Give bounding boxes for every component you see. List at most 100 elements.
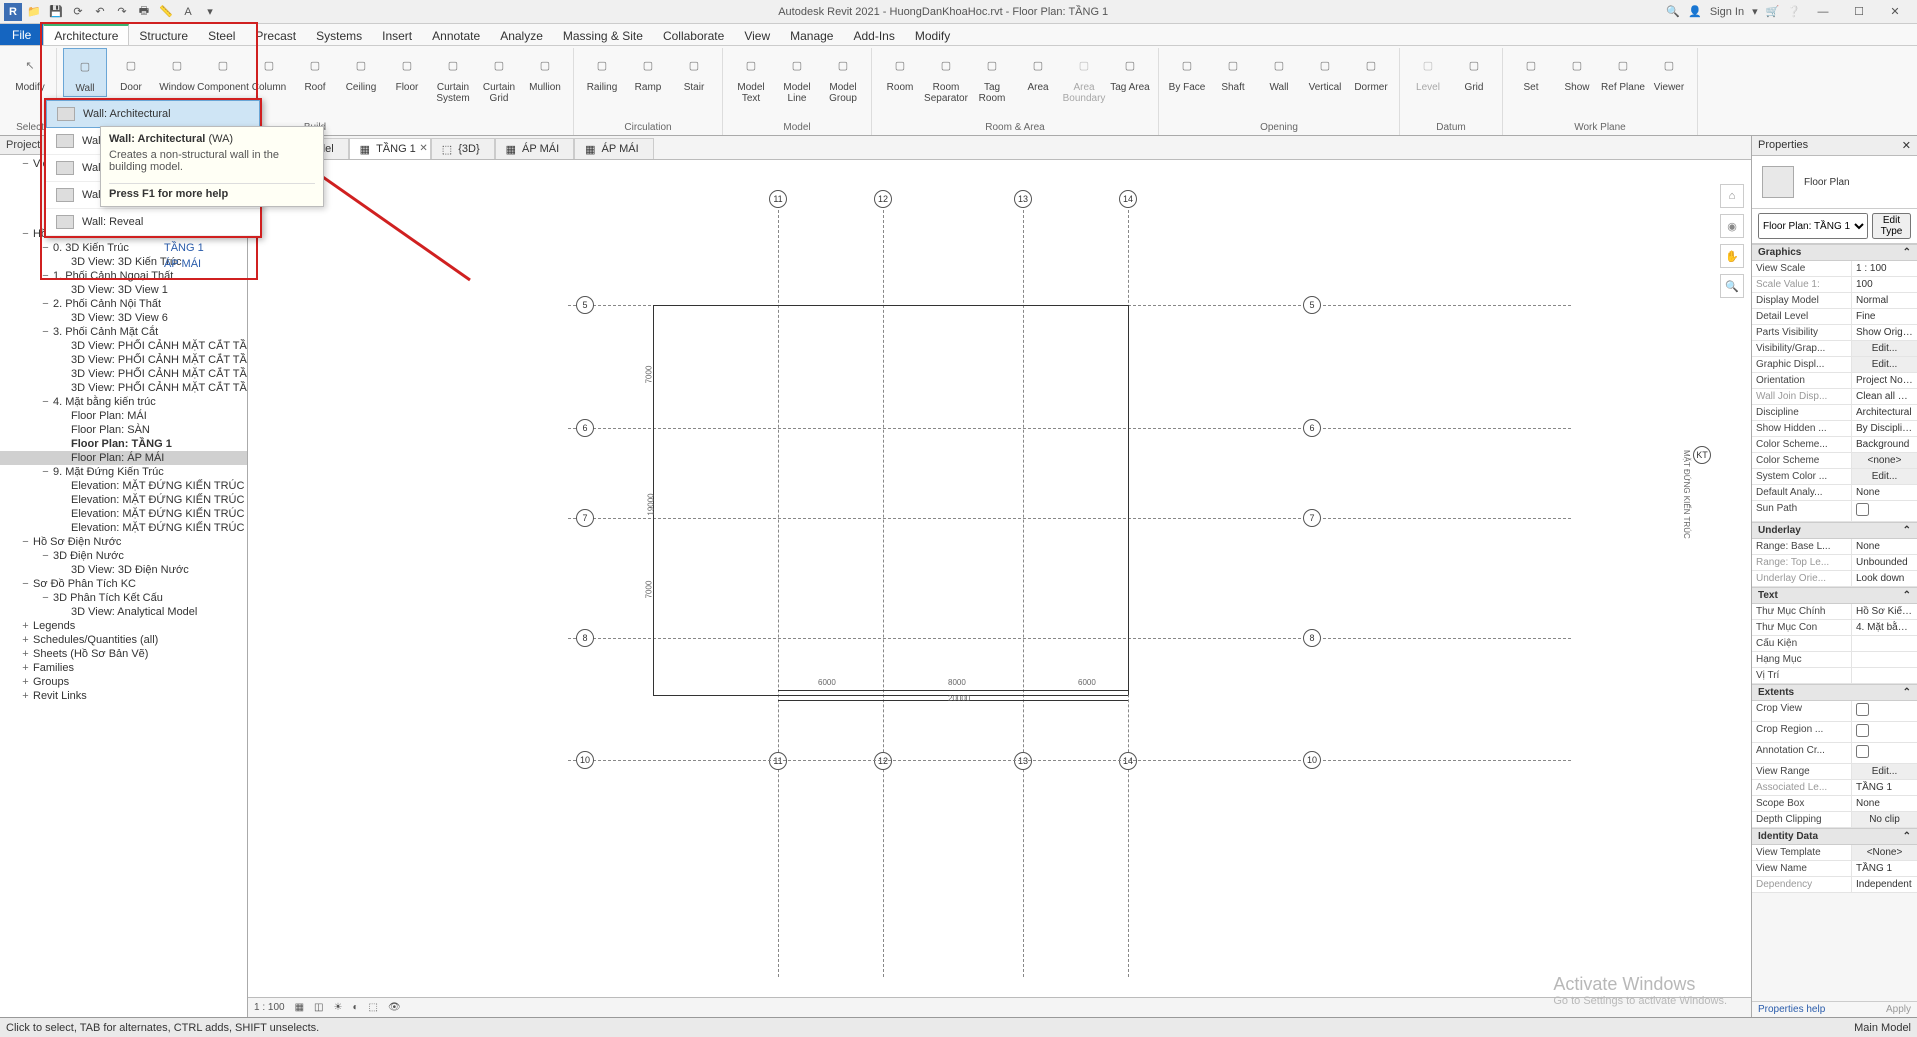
tree-node[interactable]: −3. Phối Cảnh Mặt Cắt [0, 325, 247, 339]
sun-path-icon[interactable]: ☀ [334, 1002, 343, 1013]
apps-icon[interactable]: ▾ [1752, 5, 1758, 18]
tree-node[interactable]: +Groups [0, 675, 247, 689]
prop-row[interactable]: Thư Mục Con4. Mặt bằng ki [1752, 620, 1917, 636]
qat-text-icon[interactable]: A [178, 2, 198, 22]
prop-row[interactable]: Cấu Kiện [1752, 636, 1917, 652]
section-marker[interactable]: MẶT ĐỨNG KIẾN TRÚC [1682, 450, 1691, 539]
tag-room-tool[interactable]: ▢Tag Room [970, 48, 1014, 106]
status-workset[interactable]: Main Model [1854, 1022, 1911, 1034]
grid-bubble[interactable]: 14 [1119, 752, 1137, 770]
prop-row[interactable]: OrientationProject North [1752, 373, 1917, 389]
prop-checkbox[interactable] [1856, 724, 1869, 737]
grid-bubble[interactable]: 7 [576, 509, 594, 527]
prop-row[interactable]: Range: Top Le...Unbounded [1752, 555, 1917, 571]
prop-row[interactable]: View Scale1 : 100 [1752, 261, 1917, 277]
maximize-button[interactable]: ☐ [1845, 2, 1873, 22]
room-separator-tool[interactable]: ▢Room Separator [924, 48, 968, 106]
view-tab[interactable]: ⬚{3D} [431, 138, 495, 159]
qat-more-icon[interactable]: ▾ [200, 2, 220, 22]
tree-node[interactable]: 3D View: PHỐI CẢNH MẶT CẮT TẦNG 2 [0, 353, 247, 367]
tab-add-ins[interactable]: Add-Ins [843, 24, 904, 45]
prop-row[interactable]: Default Analy...None [1752, 485, 1917, 501]
prop-row[interactable]: Scale Value 1:100 [1752, 277, 1917, 293]
tree-node[interactable]: −9. Mặt Đứng Kiến Trúc [0, 465, 247, 479]
roof-tool[interactable]: ▢Roof [293, 48, 337, 95]
grid-bubble[interactable]: 12 [874, 752, 892, 770]
nav-wheel-icon[interactable]: ◉ [1720, 214, 1744, 238]
wall-tool[interactable]: ▢Wall [1257, 48, 1301, 95]
viewer-tool[interactable]: ▢Viewer [1647, 48, 1691, 95]
qat-undo-icon[interactable]: ↶ [90, 2, 110, 22]
grid-bubble[interactable]: 7 [1303, 509, 1321, 527]
wall-line[interactable] [653, 695, 1128, 696]
grid-bubble[interactable]: 6 [1303, 419, 1321, 437]
prop-row[interactable]: Crop Region ... [1752, 722, 1917, 743]
curtain-grid-tool[interactable]: ▢Curtain Grid [477, 48, 521, 106]
ceiling-tool[interactable]: ▢Ceiling [339, 48, 383, 95]
prop-row[interactable]: View RangeEdit... [1752, 764, 1917, 780]
section-head[interactable]: KT [1693, 446, 1711, 464]
qat-save-icon[interactable]: 💾 [46, 2, 66, 22]
instance-selector[interactable]: Floor Plan: TẦNG 1 [1758, 213, 1868, 239]
prop-row[interactable]: DependencyIndependent [1752, 877, 1917, 893]
grid-bubble[interactable]: 6 [576, 419, 594, 437]
tree-node[interactable]: 3D View: 3D Kiến Trúc [0, 255, 247, 269]
tree-node[interactable]: −2. Phối Cảnh Nội Thất [0, 297, 247, 311]
tab-collaborate[interactable]: Collaborate [653, 24, 734, 45]
wall-line[interactable] [778, 690, 1128, 691]
set-tool[interactable]: ▢Set [1509, 48, 1553, 95]
tree-node[interactable]: Elevation: MẶT ĐỨNG KIẾN TRÚC C-A [0, 521, 247, 535]
railing-tool[interactable]: ▢Railing [580, 48, 624, 95]
tab-annotate[interactable]: Annotate [422, 24, 490, 45]
tab-precast[interactable]: Precast [245, 24, 306, 45]
prop-row[interactable]: Underlay Orie...Look down [1752, 571, 1917, 587]
tree-node[interactable]: Elevation: MẶT ĐỨNG KIẾN TRÚC 5-1 [0, 493, 247, 507]
ref-plane-tool[interactable]: ▢Ref Plane [1601, 48, 1645, 95]
prop-row[interactable]: Color Scheme<none> [1752, 453, 1917, 469]
tab-insert[interactable]: Insert [372, 24, 422, 45]
properties-list[interactable]: Graphics⌃View Scale1 : 100Scale Value 1:… [1752, 244, 1917, 1001]
wall-tool[interactable]: ▢Wall [63, 48, 107, 97]
tab-systems[interactable]: Systems [306, 24, 372, 45]
prop-row[interactable]: Scope BoxNone [1752, 796, 1917, 812]
prop-group-header[interactable]: Extents⌃ [1752, 684, 1917, 701]
grid-line-h[interactable] [568, 428, 1571, 429]
grid-bubble[interactable]: 8 [1303, 629, 1321, 647]
tree-node[interactable]: Floor Plan: TẦNG 1 [0, 437, 247, 451]
grid-line-h[interactable] [568, 638, 1571, 639]
prop-row[interactable]: View NameTẦNG 1 [1752, 861, 1917, 877]
grid-bubble[interactable]: 5 [576, 296, 594, 314]
properties-apply-button[interactable]: Apply [1886, 1004, 1911, 1015]
door-tool[interactable]: ▢Door [109, 48, 153, 95]
minimize-button[interactable]: — [1809, 2, 1837, 22]
prop-checkbox[interactable] [1856, 703, 1869, 716]
mullion-tool[interactable]: ▢Mullion [523, 48, 567, 95]
model-text-tool[interactable]: ▢Model Text [729, 48, 773, 106]
qat-sync-icon[interactable]: ⟳ [68, 2, 88, 22]
drawing-canvas[interactable]: ⌂ ◉ ✋ 🔍 1 : 100 ▦ ◫ ☀ ◐ ⬚ 👁 111112121313… [248, 160, 1751, 1017]
column-tool[interactable]: ▢Column [247, 48, 291, 95]
tab-view[interactable]: View [734, 24, 780, 45]
grid-bubble[interactable]: 10 [576, 751, 594, 769]
grid-bubble[interactable]: 13 [1014, 752, 1032, 770]
search-icon[interactable]: 🔍 [1666, 5, 1680, 18]
tree-node[interactable]: −Sơ Đồ Phân Tích KC [0, 577, 247, 591]
tree-node[interactable]: 3D View: PHỐI CẢNH MẶT CẮT TẦNG 4 [0, 381, 247, 395]
prop-row[interactable]: System Color ...Edit... [1752, 469, 1917, 485]
tree-node[interactable]: −1. Phối Cảnh Ngoại Thất [0, 269, 247, 283]
nav-home-icon[interactable]: ⌂ [1720, 184, 1744, 208]
prop-row[interactable]: Associated Le...TẦNG 1 [1752, 780, 1917, 796]
tab-analyze[interactable]: Analyze [490, 24, 553, 45]
tree-node[interactable]: +Legends [0, 619, 247, 633]
tree-node[interactable]: −3D Điện Nước [0, 549, 247, 563]
view-tab[interactable]: ▦ÁP MÁI [574, 138, 654, 159]
tree-node[interactable]: Floor Plan: ÁP MÁI [0, 451, 247, 465]
prop-row[interactable]: Color Scheme...Background [1752, 437, 1917, 453]
tab-manage[interactable]: Manage [780, 24, 843, 45]
tree-node[interactable]: +Families [0, 661, 247, 675]
qat-print-icon[interactable]: 🖶 [134, 2, 154, 22]
prop-row[interactable]: Show Hidden ...By Discipline [1752, 421, 1917, 437]
edit-type-button[interactable]: Edit Type [1872, 213, 1911, 239]
area-tool[interactable]: ▢Area [1016, 48, 1060, 95]
close-tab-icon[interactable]: ✕ [419, 143, 427, 154]
